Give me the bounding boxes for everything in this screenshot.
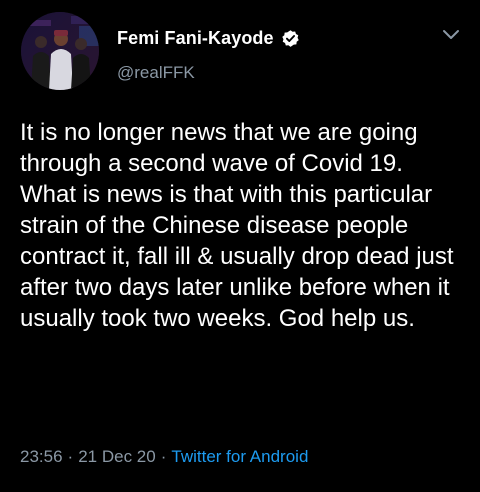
meta-separator: · (160, 447, 167, 466)
verified-badge-icon (281, 29, 300, 48)
avatar[interactable] (21, 12, 99, 90)
chevron-down-icon[interactable] (441, 28, 461, 42)
user-handle[interactable]: @realFFK (117, 63, 195, 83)
meta-separator: · (67, 447, 74, 466)
avatar-image (21, 12, 99, 90)
user-name-row[interactable]: Femi Fani-Kayode (117, 27, 300, 49)
tweet-time[interactable]: 23:56 (20, 447, 63, 466)
tweet-metadata: 23:56 · 21 Dec 20 · Twitter for Android (20, 447, 308, 467)
tweet-source-link[interactable]: Twitter for Android (171, 447, 308, 466)
tweet-card: Femi Fani-Kayode @realFFK It is no longe… (0, 0, 480, 492)
display-name[interactable]: Femi Fani-Kayode (117, 28, 274, 49)
tweet-text: It is no longer news that we are going t… (20, 119, 454, 332)
tweet-date[interactable]: 21 Dec 20 (78, 447, 156, 466)
